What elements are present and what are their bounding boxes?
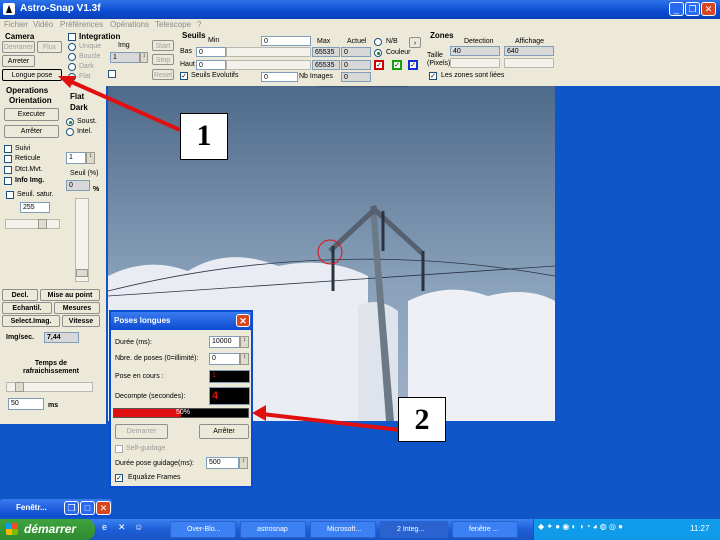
clock: 11:27	[690, 524, 710, 533]
arrow-2-line	[261, 412, 401, 432]
quick-launch: e ✕ ☺	[100, 522, 164, 537]
taskbar-item-integ[interactable]: 2 Integ...	[380, 521, 448, 538]
explorer-icon[interactable]: ✕	[118, 522, 126, 533]
system-tray: ◆ ✦ ● ◉ ◐ ◑ ◔ ◕ ◍ ◎ ● 11:27	[533, 519, 720, 540]
arrow-1-line	[64, 77, 181, 132]
minimized-window[interactable]: Fenêtr... ❐ □ ✕	[0, 499, 112, 517]
taskbar-item-microsoft[interactable]: Microsoft...	[310, 521, 376, 538]
annotation-marker-1: 1	[180, 113, 228, 160]
taskbar-item-astrosnap[interactable]: astrosnap	[240, 521, 306, 538]
min-close-button[interactable]: ✕	[96, 501, 111, 515]
taskbar-item-fenetre[interactable]: fenêtre ...	[452, 521, 518, 538]
messenger-icon[interactable]: ☺	[134, 522, 143, 532]
ie-icon[interactable]: e	[102, 522, 107, 532]
arrow-2-head	[252, 405, 266, 421]
annotation-arrows	[58, 76, 401, 432]
start-label: démarrer	[24, 522, 77, 536]
start-button[interactable]: démarrer	[0, 519, 95, 540]
min-maximize-button[interactable]: □	[80, 501, 95, 515]
min-restore-button[interactable]: ❐	[64, 501, 79, 515]
annotation-marker-2: 2	[398, 397, 446, 442]
taskbar: démarrer e ✕ ☺ Over-Blo... astrosnap Mic…	[0, 519, 720, 540]
windows-logo-icon	[6, 523, 18, 535]
taskbar-item-over-blog[interactable]: Over-Blo...	[170, 521, 236, 538]
tray-icons[interactable]: ◆ ✦ ● ◉ ◐ ◑ ◔ ◕ ◍ ◎ ●	[538, 522, 623, 531]
minimized-title: Fenêtr...	[16, 503, 47, 512]
